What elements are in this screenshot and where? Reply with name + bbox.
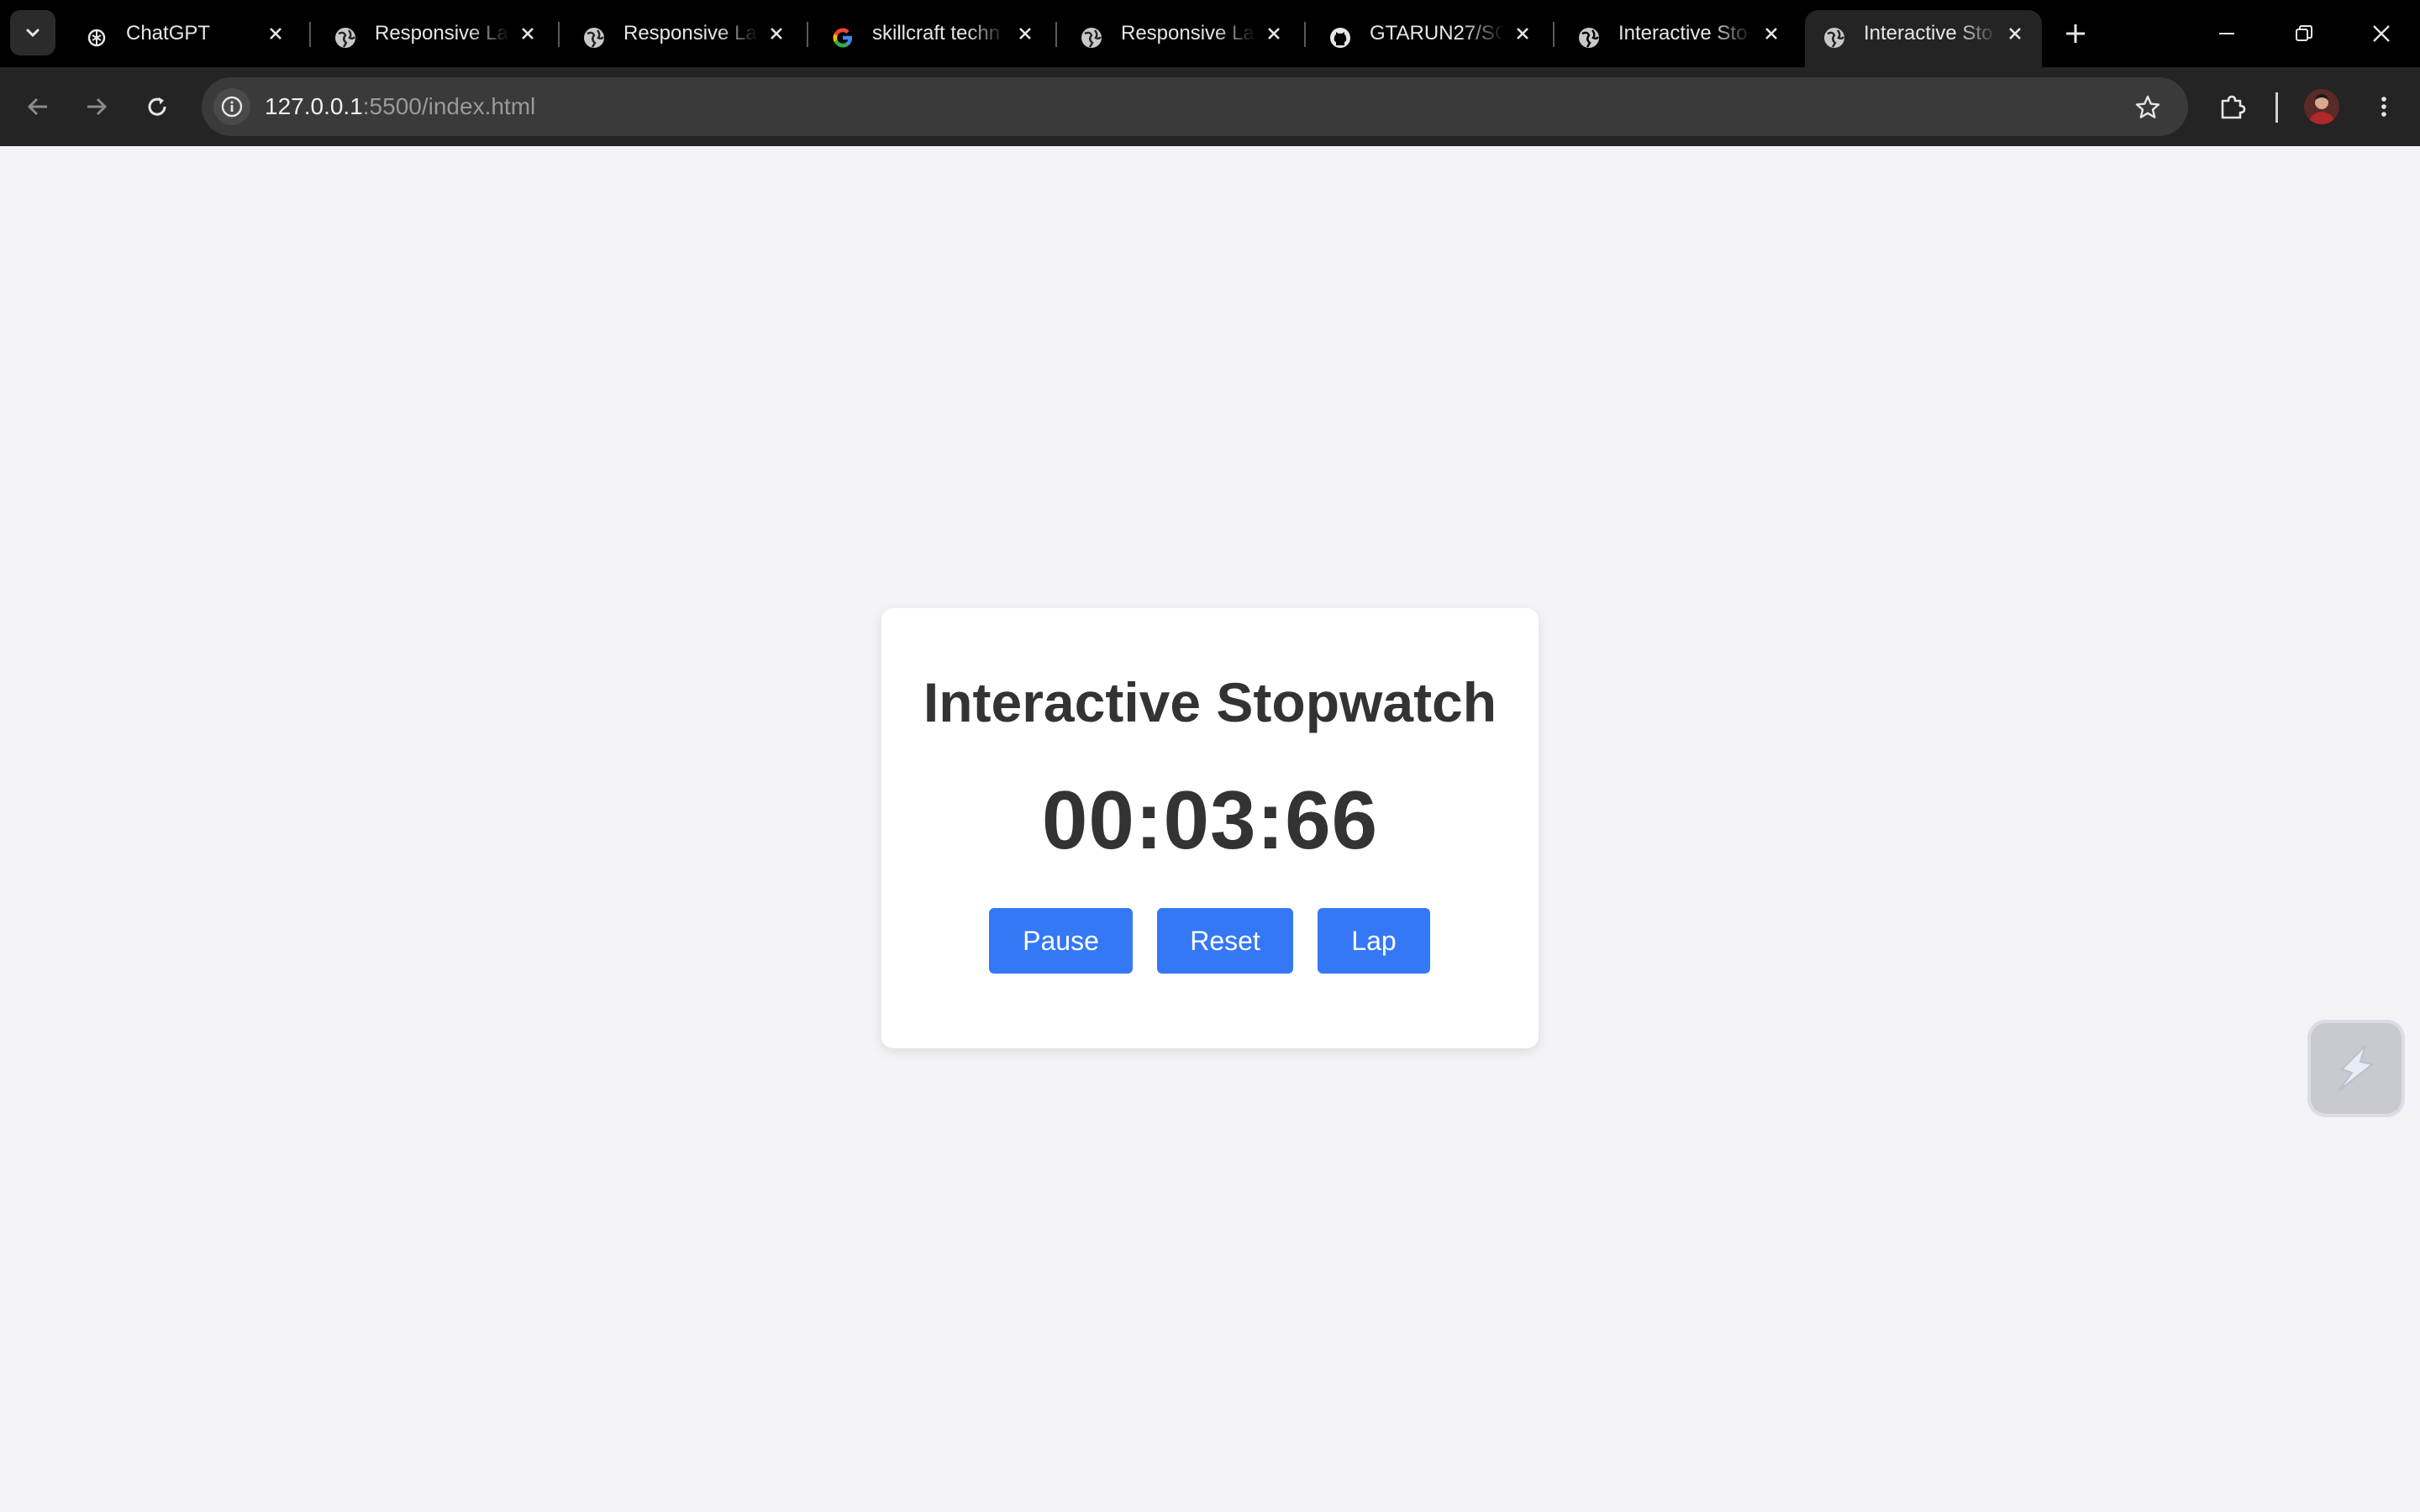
globe-icon [1822, 25, 1847, 50]
chatgpt-icon [84, 25, 109, 50]
tab-search-button[interactable] [10, 10, 55, 55]
more-vertical-icon [2381, 97, 2386, 117]
tab-title: Responsive Lan [623, 22, 758, 45]
close-icon[interactable] [765, 22, 788, 45]
menu-button[interactable] [2365, 87, 2403, 126]
browser-toolbar: 127.0.0.1:5500/index.html [0, 67, 2420, 146]
tab-separator [309, 22, 311, 47]
close-icon[interactable] [1760, 22, 1783, 45]
globe-icon [1079, 25, 1104, 50]
tab-strip: ChatGPT Responsive Lan Responsive Lan sk… [0, 0, 2420, 67]
google-icon [830, 25, 855, 50]
plus-icon [2066, 24, 2085, 43]
back-button[interactable] [18, 87, 57, 126]
tab-title: Interactive Sto [1618, 22, 1748, 45]
tab-github[interactable]: GTARUN27/SC [1311, 10, 1549, 67]
tab-title: skillcraft techn [872, 22, 1001, 45]
arrow-left-icon [27, 97, 47, 116]
close-icon[interactable] [1511, 22, 1534, 45]
restore-button[interactable] [2287, 17, 2321, 50]
tab-interactive-stopwatch-active[interactable]: Interactive Sto [1805, 10, 2042, 67]
forward-button[interactable] [77, 87, 116, 126]
timer-display: 00:03:66 [1041, 774, 1379, 866]
tab-separator [1553, 22, 1555, 47]
address-bar[interactable]: 127.0.0.1:5500/index.html [202, 77, 2188, 136]
tab-title: Interactive Sto [1864, 22, 1993, 45]
tab-title: Responsive Lan [1121, 22, 1255, 45]
arrow-right-icon [87, 97, 108, 116]
close-window-button[interactable] [2365, 17, 2398, 50]
reset-button[interactable]: Reset [1157, 908, 1293, 974]
url-path: :5500/index.html [362, 93, 536, 119]
tab-google-search[interactable]: skillcraft techn [813, 10, 1052, 67]
globe-icon [581, 25, 607, 50]
new-tab-button[interactable] [2060, 18, 2091, 49]
tab-title: ChatGPT [126, 22, 211, 45]
tab-responsive-landing[interactable]: Responsive Lan [1062, 10, 1301, 67]
github-icon [1328, 25, 1353, 50]
reload-icon [148, 97, 166, 116]
bookmark-star-icon[interactable] [2133, 92, 2163, 123]
close-icon[interactable] [1013, 22, 1037, 45]
close-icon[interactable] [264, 22, 287, 45]
tab-responsive-landing[interactable]: Responsive Lan [565, 10, 803, 67]
close-icon[interactable] [1262, 22, 1286, 45]
tab-title: GTARUN27/SC [1370, 22, 1504, 45]
tab-chatgpt[interactable]: ChatGPT [67, 10, 302, 67]
page-title: Interactive Stopwatch [923, 671, 1497, 733]
tab-separator [558, 22, 560, 47]
url-host: 127.0.0.1 [265, 93, 363, 119]
restore-icon [2296, 25, 2312, 41]
tab-separator [1055, 22, 1057, 47]
site-info-icon[interactable] [213, 88, 250, 125]
minimize-icon [2219, 33, 2234, 34]
reload-button[interactable] [138, 87, 176, 126]
minimize-button[interactable] [2210, 17, 2244, 50]
close-icon [2373, 25, 2390, 42]
toolbar-divider [2275, 92, 2278, 123]
extensions-button[interactable] [2213, 87, 2252, 126]
globe-icon [333, 25, 358, 50]
tab-separator [1304, 22, 1306, 47]
floating-extension-widget[interactable] [2307, 1020, 2405, 1117]
profile-avatar[interactable] [2304, 89, 2339, 124]
puzzle-icon [2221, 95, 2246, 119]
globe-icon [1576, 25, 1602, 50]
lap-button[interactable]: Lap [1318, 908, 1430, 974]
lightning-icon [2338, 1045, 2375, 1092]
stopwatch-card: Interactive Stopwatch 00:03:66 Pause Res… [881, 608, 1539, 1048]
close-icon[interactable] [516, 22, 539, 45]
tab-separator [807, 22, 808, 47]
tab-responsive-landing[interactable]: Responsive Lan [316, 10, 555, 67]
tab-title: Responsive Lan [375, 22, 509, 45]
pause-button[interactable]: Pause [989, 908, 1133, 974]
url-text[interactable]: 127.0.0.1:5500/index.html [265, 77, 535, 136]
close-icon[interactable] [2003, 22, 2027, 45]
chevron-down-icon [26, 29, 39, 38]
tab-interactive-stopwatch[interactable]: Interactive Sto [1560, 10, 1798, 67]
